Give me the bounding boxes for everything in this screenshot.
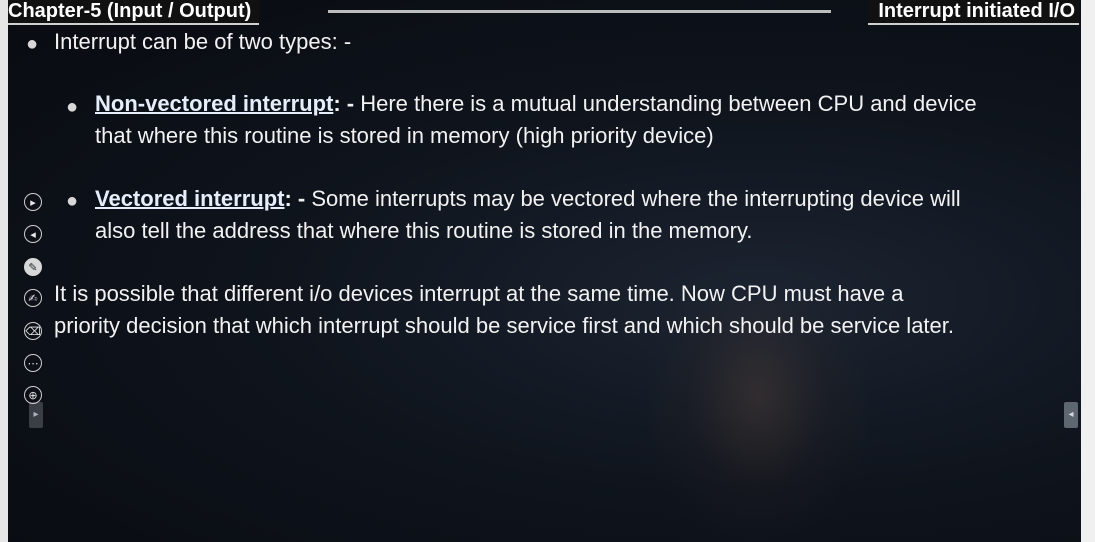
eraser-icon[interactable]: ⌫	[24, 322, 42, 340]
non-vectored-text1: Here there is a mutual understanding bet…	[354, 91, 977, 116]
zoom-icon[interactable]: ⊕	[24, 386, 42, 404]
non-vectored-line1: Non-vectored interrupt: - Here there is …	[95, 88, 977, 120]
left-panel-handle[interactable]: ▸	[29, 402, 43, 428]
highlighter-icon[interactable]: ✍	[24, 289, 42, 307]
header-divider	[328, 10, 831, 13]
non-vectored-line2: that where this routine is stored in mem…	[95, 123, 714, 148]
non-vectored-separator: : -	[333, 91, 355, 116]
play-icon[interactable]: ▸	[24, 193, 42, 211]
bullet-icon: ●	[66, 190, 79, 212]
pen-icon[interactable]: ✎	[24, 258, 42, 276]
intro-text: Interrupt can be of two types: -	[54, 29, 352, 54]
bullet-icon: ●	[66, 96, 79, 118]
monitor-bezel	[1081, 0, 1095, 542]
paragraph-line1: It is possible that different i/o device…	[54, 281, 904, 306]
vectored-separator: : -	[284, 186, 306, 211]
vectored-line2: also tell the address that where this ro…	[95, 218, 753, 243]
back-icon[interactable]: ◂	[24, 225, 42, 243]
slide-screen: Chapter-5 (Input / Output) Interrupt ini…	[8, 0, 1081, 542]
vectored-line1: Vectored interrupt: - Some interrupts ma…	[95, 183, 961, 215]
vectored-text1: Some interrupts may be vectored where th…	[305, 186, 961, 211]
chapter-title: Chapter-5 (Input / Output)	[8, 0, 260, 25]
paragraph-line2: priority decision that which interrupt s…	[54, 313, 955, 338]
more-icon[interactable]: ⋯	[24, 354, 42, 372]
right-panel-handle[interactable]: ◂	[1064, 402, 1078, 428]
bullet-icon: ●	[26, 33, 39, 55]
non-vectored-term: Non-vectored interrupt	[95, 91, 334, 116]
topic-title: Interrupt initiated I/O	[868, 0, 1079, 25]
vectored-term: Vectored interrupt	[95, 186, 285, 211]
